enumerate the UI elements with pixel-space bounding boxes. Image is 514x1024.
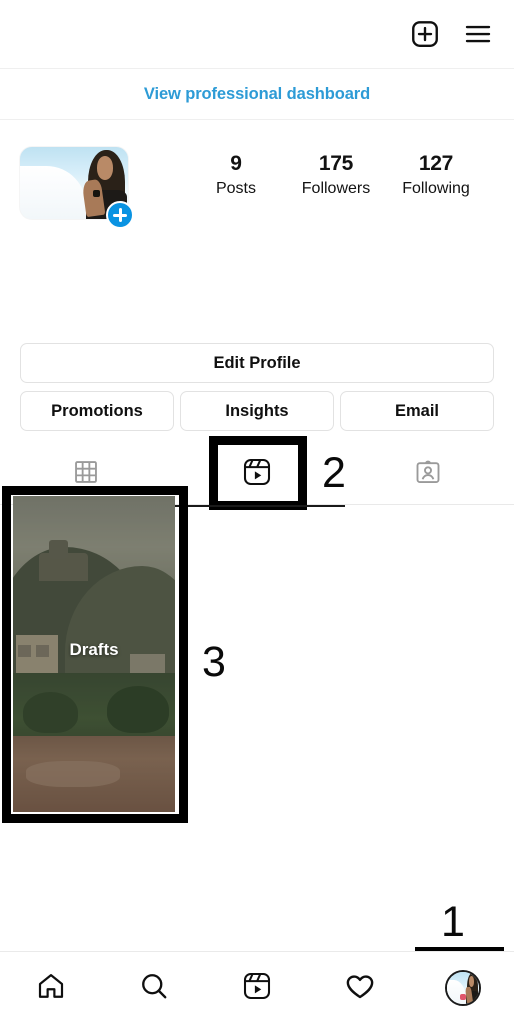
view-professional-dashboard-link[interactable]: View professional dashboard bbox=[144, 85, 370, 104]
annotation-number-2: 2 bbox=[322, 449, 346, 497]
top-bar bbox=[0, 0, 514, 69]
stat-followers-label: Followers bbox=[301, 180, 371, 197]
hamburger-menu-icon[interactable] bbox=[462, 19, 494, 49]
insights-button[interactable]: Insights bbox=[180, 391, 334, 431]
stat-followers-count: 175 bbox=[318, 152, 354, 175]
home-icon bbox=[36, 971, 66, 1006]
annotation-box-2 bbox=[209, 436, 307, 510]
nav-home-button[interactable] bbox=[0, 971, 103, 1006]
stat-followers[interactable]: 175 Followers bbox=[286, 151, 386, 200]
search-icon bbox=[139, 971, 169, 1006]
grid-icon bbox=[73, 459, 99, 490]
avatar-wrapper[interactable] bbox=[20, 147, 134, 229]
email-button[interactable]: Email bbox=[340, 391, 494, 431]
nav-profile-button[interactable] bbox=[411, 970, 514, 1006]
annotation-number-3: 3 bbox=[202, 638, 226, 686]
instagram-profile-screen: View professional dashboard 9 Posts 175 … bbox=[0, 0, 514, 1024]
annotation-leader-line bbox=[175, 505, 345, 507]
profile-header: 9 Posts 175 Followers 127 Following bbox=[0, 121, 514, 241]
tagged-person-icon bbox=[414, 458, 442, 491]
stat-posts[interactable]: 9 Posts bbox=[186, 151, 286, 200]
stat-posts-label: Posts bbox=[215, 180, 256, 197]
annotation-box-3 bbox=[2, 486, 188, 823]
tab-tagged[interactable] bbox=[343, 443, 514, 505]
plus-square-icon[interactable] bbox=[410, 19, 440, 49]
profile-avatar-icon[interactable] bbox=[444, 970, 481, 1006]
edit-profile-button[interactable]: Edit Profile bbox=[20, 343, 494, 383]
stat-posts-count: 9 bbox=[230, 152, 242, 175]
annotation-number-1: 1 bbox=[441, 898, 465, 946]
plus-badge-icon[interactable] bbox=[106, 201, 134, 229]
action-button-row: Promotions Insights Email bbox=[20, 391, 494, 431]
profile-notification-dot bbox=[459, 994, 466, 1000]
promotions-button[interactable]: Promotions bbox=[20, 391, 174, 431]
nav-search-button[interactable] bbox=[103, 971, 206, 1006]
nav-activity-button[interactable] bbox=[308, 970, 411, 1007]
reels-icon bbox=[242, 971, 272, 1006]
stat-following-label: Following bbox=[402, 180, 470, 197]
bottom-navigation-bar bbox=[0, 951, 514, 1024]
stat-following[interactable]: 127 Following bbox=[386, 151, 486, 200]
profile-stats: 9 Posts 175 Followers 127 Following bbox=[186, 151, 486, 200]
stat-following-count: 127 bbox=[418, 152, 454, 175]
nav-reels-button[interactable] bbox=[206, 971, 309, 1006]
heart-icon bbox=[344, 970, 376, 1007]
professional-dashboard-row: View professional dashboard bbox=[0, 70, 514, 120]
